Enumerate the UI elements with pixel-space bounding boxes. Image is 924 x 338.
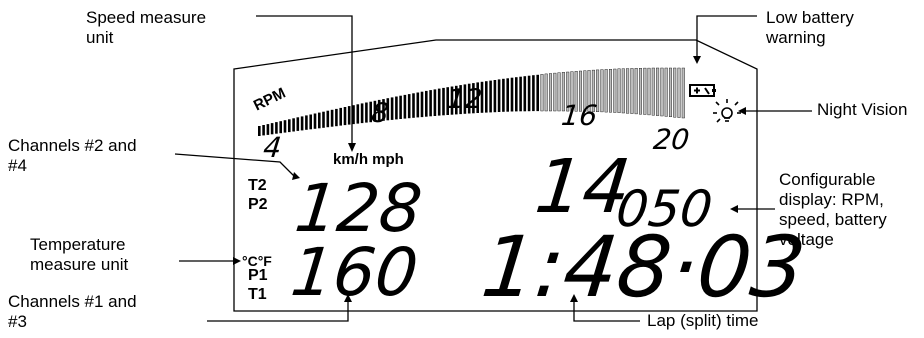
rpm-bar-segment [356, 104, 360, 124]
channel-lower-value: 160 [287, 234, 422, 311]
rpm-bar-segment [390, 97, 394, 120]
arrowhead-low-battery [693, 56, 701, 64]
leader-low-battery [696, 15, 757, 60]
rpm-bar-segment [669, 67, 673, 117]
rpm-bar-segment [609, 68, 613, 113]
rpm-bar-segment [532, 75, 535, 112]
rpm-bar-segment [292, 118, 295, 132]
label-speed-unit: Speed measure unit [86, 8, 207, 47]
rpm-bar-segment [677, 67, 681, 118]
rpm-bar-segment [681, 67, 685, 119]
rpm-bar-segment [425, 90, 428, 117]
rpm-bar-segment [626, 68, 630, 114]
rpm-bar-segment [604, 69, 608, 113]
scale-4: 4 [261, 131, 284, 164]
scale-20: 20 [651, 123, 691, 156]
rpm-bar-segment [506, 78, 509, 112]
rpm-bar-segment [634, 68, 638, 115]
rpm-bar-segment [527, 75, 531, 112]
rpm-bar-segment [288, 119, 291, 133]
rpm-bar-segment [296, 117, 300, 131]
rpm-bar-segment [330, 109, 334, 127]
rpm-bar-segment [651, 67, 655, 116]
rpm-bar-segment [656, 67, 660, 116]
rpm-bar-segment [540, 74, 544, 112]
channel-t2: T2 [248, 177, 267, 194]
rpm-bar-segment [493, 80, 497, 113]
label-low-battery: Low battery warning [766, 8, 854, 47]
channel-t1: T1 [248, 286, 267, 303]
rpm-bar-segment [258, 126, 261, 136]
rpm-bar-segment [523, 76, 527, 112]
rpm-bar-segment [544, 73, 548, 112]
rpm-bar-segment [305, 115, 308, 130]
label-night-vision: Night Vision [817, 100, 908, 119]
rpm-bar-segment [673, 67, 677, 118]
rpm-bar-segment [489, 80, 492, 113]
arrowhead-night-vision [738, 107, 746, 115]
scale-12: 12 [445, 84, 484, 115]
rpm-bar-segment [335, 108, 338, 127]
rpm-bar-segment [519, 76, 522, 112]
rpm-bar-segment [664, 67, 668, 117]
rpm-bar-segment [621, 68, 625, 114]
label-temperature: Temperature measure unit [30, 235, 129, 274]
rpm-bar-segment [347, 106, 351, 125]
rpm-bar-segment [553, 72, 557, 112]
rpm-bar-segment [403, 94, 407, 119]
label-channels-13: Channels #1 and #3 [8, 292, 137, 331]
rpm-bar-segment [630, 68, 634, 114]
rpm-bar-segment [395, 96, 398, 120]
rpm-bar-segment [283, 120, 287, 133]
arrowhead-configurable [730, 205, 738, 213]
rpm-bar-segment [502, 78, 505, 112]
rpm-bar-segment [360, 103, 364, 124]
rpm-bar-segment [510, 77, 514, 112]
rpm-bar-segment [557, 72, 561, 112]
rpm-bar-segment [549, 73, 553, 112]
channel-p1: P1 [248, 267, 268, 284]
rpm-bar-segment [660, 67, 664, 117]
rpm-bar-segment [639, 67, 643, 115]
rpm-bar-segment [600, 69, 604, 113]
rpm-bar-segment [613, 68, 617, 113]
arrowhead-temperature [233, 257, 241, 265]
lap-time-value: 1:48·03 [477, 218, 810, 316]
rpm-bar-segment [412, 93, 415, 118]
rpm-bar-segment [407, 94, 411, 119]
rpm-bar-segment [300, 116, 304, 131]
rpm-bar-segment [485, 81, 488, 113]
rpm-bar-segment [309, 114, 312, 130]
rpm-bar-segment [326, 110, 330, 128]
rpm-bar-segment [339, 107, 342, 126]
rpm-bar-segment [429, 90, 432, 117]
temperature-units: °C°F [242, 253, 272, 269]
rpm-bar-segment [313, 113, 317, 129]
rpm-bar-segment [515, 77, 518, 112]
bulb-icon [713, 99, 741, 123]
rpm-bar-segment [643, 67, 647, 115]
rpm-bar-segment [433, 89, 437, 116]
rpm-bar-segment [437, 88, 441, 116]
rpm-bar-segment [343, 107, 347, 126]
rpm-bar-segment [322, 111, 325, 128]
rpm-bar-segment [536, 74, 539, 112]
rpm-bar-segment [365, 102, 368, 123]
rpm-bar-segment [399, 95, 402, 119]
rpm-bar-segment [497, 79, 501, 112]
rpm-bar-segment [617, 68, 621, 113]
channel-upper-value: 128 [291, 170, 426, 247]
rpm-bar-segment [318, 112, 321, 129]
speed-units: km/h mph [333, 151, 404, 168]
rpm-bar-segment [420, 91, 424, 118]
rpm-bar-segment [416, 92, 420, 118]
label-channels-24: Channels #2 and #4 [8, 136, 137, 175]
channel-p2: P2 [248, 196, 268, 213]
rpm-bar-segment [442, 87, 445, 116]
scale-8: 8 [369, 98, 391, 129]
leader-speed-unit [256, 15, 353, 148]
scale-16: 16 [559, 99, 599, 132]
rpm-bar-segment [647, 67, 651, 116]
battery-icon [689, 84, 716, 97]
